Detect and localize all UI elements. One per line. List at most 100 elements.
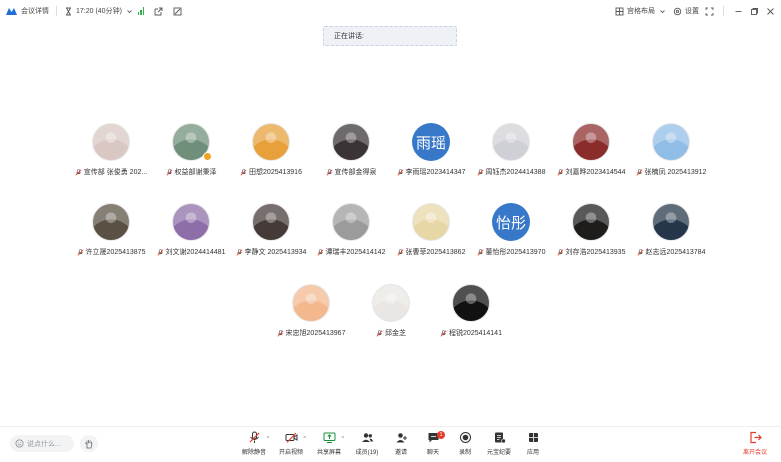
participant-tile[interactable]: 宋忠旭2025413967: [266, 284, 356, 344]
participant-tile[interactable]: 许立晟2025413875: [66, 203, 156, 263]
chevron-down-icon: [127, 9, 132, 13]
mic-muted-icon: [636, 168, 643, 176]
fullscreen-icon[interactable]: [705, 7, 714, 16]
participant-name: 宋忠旭2025413967: [285, 330, 346, 337]
chat-unread-badge: 1: [437, 431, 445, 439]
chevron-up-icon[interactable]: ^: [267, 436, 269, 442]
leave-meeting-label: 离开会议: [742, 450, 767, 456]
network-signal-icon[interactable]: [137, 7, 145, 15]
apps-icon: [528, 433, 538, 442]
avatar: [652, 123, 690, 161]
participant-tile[interactable]: 刘存浩2025413935: [546, 203, 636, 263]
participant-name-row: 刘存浩2025413935: [546, 247, 636, 257]
participant-tile[interactable]: 赵志远2025413784: [626, 203, 716, 263]
unmute-button[interactable]: ^ 解除静音: [236, 431, 272, 459]
grid-layout-button[interactable]: 宫格布局: [615, 6, 667, 16]
restore-button[interactable]: [749, 6, 759, 16]
participant-name: 赵志远2025413784: [645, 249, 706, 256]
avatar: [652, 203, 690, 241]
participant-name-row: 张楠凤 2025413912: [626, 167, 716, 177]
raise-hand-button[interactable]: [80, 435, 98, 452]
participant-tile[interactable]: 怡彤董怡彤2025413970: [466, 203, 556, 263]
members-button[interactable]: 成员(19): [349, 431, 385, 459]
members-icon: [361, 433, 373, 442]
participant-tile[interactable]: 宣传部金得泉: [306, 123, 396, 183]
avatar: [292, 284, 330, 322]
participant-tile[interactable]: 张曹菲2025413862: [386, 203, 476, 263]
participant-name-row: 许立晟2025413875: [66, 247, 156, 257]
invite-icon: [396, 433, 407, 443]
participant-name-row: 田想2025413916: [226, 167, 316, 177]
settings-button[interactable]: 设置: [673, 6, 699, 16]
mic-muted-icon: [557, 168, 564, 176]
participant-tile[interactable]: 谭瑞丰2025414142: [306, 203, 396, 263]
record-button[interactable]: 录制: [447, 431, 483, 459]
emoji-icon: [15, 439, 24, 448]
grid-layout-label: 宫格布局: [627, 8, 655, 15]
avatar: [332, 123, 370, 161]
exit-icon: [749, 431, 762, 444]
participant-tile[interactable]: 雨瑶李雨瑶2023414347: [386, 123, 476, 183]
chevron-up-icon[interactable]: ^: [342, 436, 344, 442]
participant-name-row: 李雨瑶2023414347: [386, 167, 476, 177]
participant-tile[interactable]: 李静文 2025413934: [226, 203, 316, 263]
start-video-label: 开启视频: [278, 450, 303, 456]
share-screen-button[interactable]: ^ 共享屏幕: [311, 431, 347, 459]
participant-tile[interactable]: 宣传部 张俊勇 202...: [66, 123, 156, 183]
participant-name-row: 程锐2025414141: [426, 328, 516, 338]
minimize-button[interactable]: [733, 6, 743, 16]
participant-name: 宣传部 张俊勇 202...: [83, 169, 148, 176]
share-screen-label: 共享屏幕: [316, 450, 341, 456]
invite-button[interactable]: 邀请: [383, 431, 419, 459]
chevron-down-icon: [660, 9, 665, 13]
participant-tile[interactable]: 田想2025413916: [226, 123, 316, 183]
record-label: 录制: [458, 450, 471, 456]
mic-muted-icon: [637, 248, 644, 256]
avatar: 雨瑶: [412, 123, 450, 161]
mic-muted-icon: [397, 168, 404, 176]
quick-chat-input[interactable]: 说点什么...: [10, 435, 74, 452]
invite-label: 邀请: [394, 450, 407, 456]
participant-tile[interactable]: 权益部谢秉泽: [146, 123, 236, 183]
hand-icon: [85, 439, 93, 448]
chevron-up-icon[interactable]: ^: [304, 436, 306, 442]
participant-name: 程锐2025414141: [449, 330, 502, 337]
mic-muted-icon: [440, 329, 447, 337]
participant-tile[interactable]: 邱金芝: [346, 284, 436, 344]
active-speaker-label: 正在讲话:: [334, 33, 364, 40]
minimize-icon: [735, 10, 741, 12]
host-badge-icon: [203, 152, 212, 161]
avatar: [172, 203, 210, 241]
shield-icon[interactable]: [173, 7, 182, 16]
bottom-toolbar: 说点什么... ^ 解除静音 ^ 开启视频 ^ 共享屏幕 成员(19) 邀请 1…: [0, 426, 781, 462]
participant-name: 刘嘉晔2023414544: [565, 169, 626, 176]
avatar: 怡彤: [492, 203, 530, 241]
minutes-button[interactable]: 元宝纪要: [481, 431, 517, 459]
meeting-time[interactable]: 17:20 (40分钟): [64, 6, 134, 16]
top-bar: 会议详情 17:20 (40分钟) 宫格布局 设置: [0, 0, 781, 22]
start-video-button[interactable]: ^ 开启视频: [273, 431, 309, 459]
meeting-details-link[interactable]: 会议详情: [21, 6, 49, 16]
external-window-icon[interactable]: [154, 7, 163, 16]
mic-muted-icon: [77, 248, 84, 256]
participant-name-row: 董怡彤2025413970: [466, 247, 556, 257]
participant-tile[interactable]: 周钰杰2024414388: [466, 123, 556, 183]
chat-placeholder: 说点什么...: [27, 440, 61, 448]
app-logo-icon: [6, 7, 17, 15]
chat-button[interactable]: 1 聊天: [415, 431, 451, 459]
participant-name: 张曹菲2025413862: [405, 249, 466, 256]
mic-muted-icon: [75, 168, 82, 176]
avatar: [252, 203, 290, 241]
apps-button[interactable]: 应用: [515, 431, 551, 459]
chat-label: 聊天: [426, 450, 439, 456]
participant-tile[interactable]: 程锐2025414141: [426, 284, 516, 344]
close-button[interactable]: [765, 6, 775, 16]
avatar: [572, 123, 610, 161]
avatar: [492, 123, 530, 161]
participant-name-row: 谭瑞丰2025414142: [306, 247, 396, 257]
leave-meeting-button[interactable]: 离开会议: [737, 431, 773, 459]
participant-tile[interactable]: 刘文谢2024414481: [146, 203, 236, 263]
avatar: [452, 284, 490, 322]
participant-tile[interactable]: 刘嘉晔2023414544: [546, 123, 636, 183]
participant-tile[interactable]: 张楠凤 2025413912: [626, 123, 716, 183]
